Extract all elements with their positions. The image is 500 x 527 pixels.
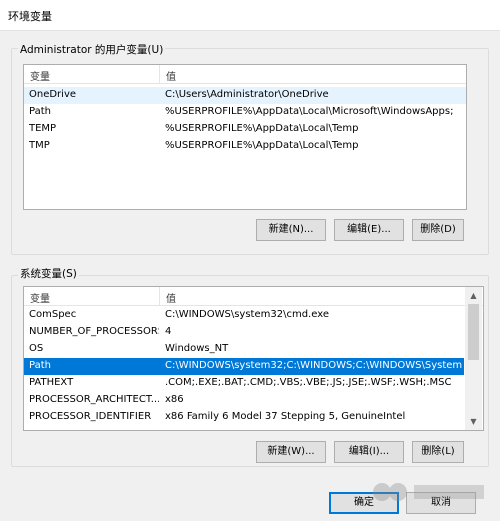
variable-name: NUMBER_OF_PROCESSORS xyxy=(29,326,159,337)
system-vars-list[interactable]: 变量 值 ComSpec C:\WINDOWS\system32\cmd.exe… xyxy=(23,286,484,431)
system-new-button[interactable]: 新建(W)... xyxy=(256,441,326,463)
variable-value: C:\WINDOWS\system32\cmd.exe xyxy=(165,309,329,320)
user-edit-button[interactable]: 编辑(E)... xyxy=(334,219,404,241)
system-edit-button[interactable]: 编辑(I)... xyxy=(334,441,404,463)
system-vars-scrollbar[interactable]: ▲ ▼ xyxy=(465,287,482,430)
variable-value: %USERPROFILE%\AppData\Local\Microsoft\Wi… xyxy=(165,106,454,117)
variable-value: x86 Family 6 Model 37 Stepping 5, Genuin… xyxy=(165,411,406,422)
column-header-variable[interactable]: 变量 xyxy=(30,68,50,83)
list-item[interactable]: Path %USERPROFILE%\AppData\Local\Microso… xyxy=(24,104,466,121)
column-divider[interactable] xyxy=(159,65,160,83)
scroll-down-icon[interactable]: ▼ xyxy=(465,413,482,430)
list-item[interactable]: NUMBER_OF_PROCESSORS 4 xyxy=(24,324,483,341)
column-header-variable[interactable]: 变量 xyxy=(30,290,50,305)
list-item[interactable]: OS Windows_NT xyxy=(24,341,483,358)
variable-value: x86 xyxy=(165,394,184,405)
variable-name: ComSpec xyxy=(29,309,77,320)
variable-value: C:\WINDOWS\system32;C:\WINDOWS;C:\WINDOW… xyxy=(165,360,462,371)
column-header-value[interactable]: 值 xyxy=(166,290,176,305)
variable-value: Windows_NT xyxy=(165,343,229,354)
scroll-up-icon[interactable]: ▲ xyxy=(465,287,482,304)
variable-value: 4 xyxy=(165,326,172,337)
user-vars-list[interactable]: 变量 值 OneDrive C:\Users\Administrator\One… xyxy=(23,64,467,210)
variable-name: PROCESSOR_ARCHITECT... xyxy=(29,394,159,405)
list-item[interactable]: ComSpec C:\WINDOWS\system32\cmd.exe xyxy=(24,307,483,324)
variable-name: OS xyxy=(29,343,44,354)
watermark-logo xyxy=(373,483,484,501)
bottom-edge xyxy=(0,521,500,527)
list-item[interactable]: OneDrive C:\Users\Administrator\OneDrive xyxy=(24,87,466,104)
variable-value: .COM;.EXE;.BAT;.CMD;.VBS;.VBE;.JS;.JSE;.… xyxy=(165,377,452,388)
user-vars-header: 变量 值 xyxy=(24,65,466,84)
variable-name: PATHEXT xyxy=(29,377,74,388)
list-item[interactable]: PROCESSOR_IDENTIFIER x86 Family 6 Model … xyxy=(24,409,483,426)
variable-name: TEMP xyxy=(29,123,57,134)
list-item[interactable]: TMP %USERPROFILE%\AppData\Local\Temp xyxy=(24,138,466,155)
title-bar: 环境变量 xyxy=(0,0,500,31)
variable-name: Path xyxy=(29,106,51,117)
system-delete-button[interactable]: 删除(L) xyxy=(412,441,464,463)
variable-value: %USERPROFILE%\AppData\Local\Temp xyxy=(165,123,359,134)
user-vars-label: Administrator 的用户变量(U) xyxy=(18,42,166,57)
variable-name: TMP xyxy=(29,140,50,151)
column-divider[interactable] xyxy=(159,287,160,305)
scroll-thumb[interactable] xyxy=(468,304,479,360)
system-vars-label: 系统变量(S) xyxy=(18,266,79,281)
system-vars-header: 变量 值 xyxy=(24,287,483,306)
variable-name: PROCESSOR_IDENTIFIER xyxy=(29,411,152,422)
column-header-value[interactable]: 值 xyxy=(166,68,176,83)
list-item-selected[interactable]: Path C:\WINDOWS\system32;C:\WINDOWS;C:\W… xyxy=(24,358,464,375)
variable-value: %USERPROFILE%\AppData\Local\Temp xyxy=(165,140,359,151)
variable-name: Path xyxy=(29,360,51,371)
window-title: 环境变量 xyxy=(8,10,52,23)
user-delete-button[interactable]: 删除(D) xyxy=(412,219,464,241)
list-item[interactable]: PATHEXT .COM;.EXE;.BAT;.CMD;.VBS;.VBE;.J… xyxy=(24,375,483,392)
variable-value: C:\Users\Administrator\OneDrive xyxy=(165,89,329,100)
variable-name: OneDrive xyxy=(29,89,77,100)
user-new-button[interactable]: 新建(N)... xyxy=(256,219,326,241)
list-item[interactable]: TEMP %USERPROFILE%\AppData\Local\Temp xyxy=(24,121,466,138)
list-item[interactable]: PROCESSOR_ARCHITECT... x86 xyxy=(24,392,483,409)
